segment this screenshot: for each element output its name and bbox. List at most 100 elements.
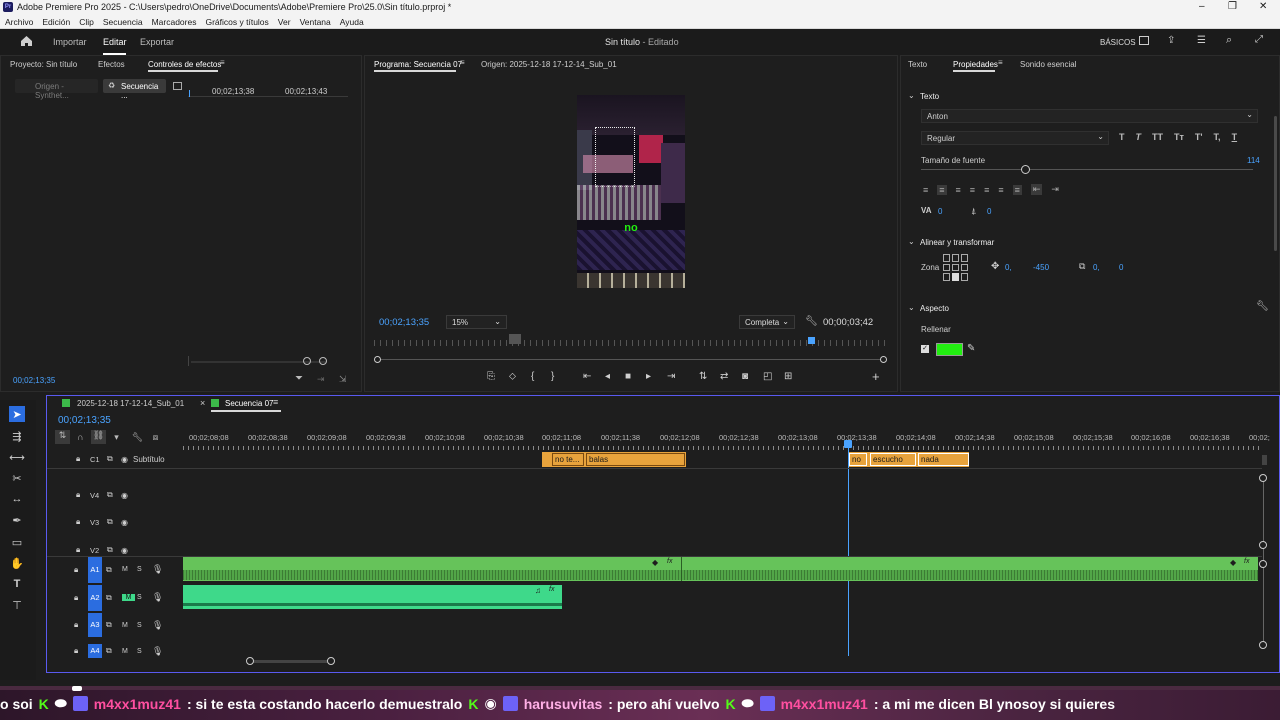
minimize-icon[interactable]: – xyxy=(1199,1,1205,12)
tab-project[interactable]: Proyecto: Sin título xyxy=(10,60,77,69)
program-menu-icon[interactable]: ≡ xyxy=(460,58,465,67)
share-icon[interactable]: ⇪ xyxy=(1167,35,1175,46)
fill-checkbox[interactable]: ✓ xyxy=(921,345,929,353)
small-caps-icon[interactable]: Tт xyxy=(1174,132,1184,142)
mark-in-icon[interactable]: { xyxy=(531,371,551,382)
slip-tool-icon[interactable]: ↔ xyxy=(9,491,25,507)
program-playhead[interactable] xyxy=(808,337,815,344)
align-right-icon[interactable]: ≡ xyxy=(956,185,961,195)
compare-icon[interactable]: ◰ xyxy=(763,371,784,382)
justify-icon[interactable]: ≡ xyxy=(970,185,975,195)
workspace-icon[interactable] xyxy=(1139,36,1149,45)
trim-icon[interactable]: ⊞ xyxy=(784,371,806,382)
subscript-icon[interactable]: T, xyxy=(1214,132,1221,142)
work-area-marker[interactable] xyxy=(509,334,521,344)
camera-icon[interactable]: ◙ xyxy=(742,371,763,382)
properties-menu-icon[interactable]: ≡ xyxy=(998,58,1003,67)
menu-marcadores[interactable]: Marcadores xyxy=(152,17,197,27)
scale-x[interactable]: 0, xyxy=(1093,263,1100,272)
zone-grid[interactable] xyxy=(943,254,970,281)
position-x[interactable]: 0, xyxy=(1005,263,1012,272)
filter-icon[interactable]: ⏷ xyxy=(295,373,303,384)
caption-clip[interactable]: nada xyxy=(918,453,969,466)
fx-badge[interactable]: fx xyxy=(549,586,554,593)
sync-icon[interactable]: ⧉ xyxy=(107,454,121,464)
play-audio-icon[interactable]: ⇥ xyxy=(317,374,325,385)
audio-clip-a2[interactable] xyxy=(183,585,562,609)
rectangle-tool-icon[interactable]: ▭ xyxy=(9,534,25,550)
go-to-in-icon[interactable]: ⇤ xyxy=(583,371,605,382)
align-center-icon[interactable]: ≡ xyxy=(937,184,947,195)
solo-button[interactable]: S xyxy=(137,622,152,629)
marker-icon[interactable]: ⬦ xyxy=(509,371,531,382)
sync-icon[interactable]: ⧉ xyxy=(106,646,122,656)
import-tab[interactable]: Importar xyxy=(53,37,87,47)
fill-color-swatch[interactable] xyxy=(936,343,963,356)
mute-button[interactable]: M xyxy=(122,648,137,655)
eyedropper-icon[interactable]: ✎ xyxy=(967,343,975,354)
mute-button-active[interactable]: M xyxy=(122,594,135,601)
caption-clip[interactable]: no xyxy=(849,453,867,466)
track-a2-target[interactable]: A2 xyxy=(88,584,102,611)
eye-icon[interactable]: ◉ xyxy=(121,546,128,555)
panel-layout-icon[interactable] xyxy=(173,82,182,90)
edit-tab[interactable]: Editar xyxy=(103,37,127,47)
panel-menu-icon[interactable]: ≡ xyxy=(220,58,225,67)
go-to-out-icon[interactable]: ⇥ xyxy=(667,371,699,382)
lock-icon[interactable]: 🔒︎ xyxy=(74,593,88,603)
close-icon[interactable]: ✕ xyxy=(1259,1,1267,12)
zoom-select[interactable]: 15% ⌄ xyxy=(446,315,507,329)
valign-icon[interactable]: ≡ xyxy=(1012,184,1022,195)
text-section-title[interactable]: Texto xyxy=(920,92,939,101)
font-select[interactable]: Anton ⌄ xyxy=(921,109,1258,123)
sync-icon[interactable]: ⧉ xyxy=(107,517,121,527)
source-clip-tab[interactable]: Origen - Synthet... xyxy=(15,79,98,100)
sync-icon[interactable]: ⧉ xyxy=(106,565,122,575)
justify-center-icon[interactable]: ≡ xyxy=(984,185,989,195)
sync-icon[interactable]: ⧉ xyxy=(106,620,122,630)
caption-overlay[interactable]: no xyxy=(577,222,685,234)
add-button-icon[interactable]: + xyxy=(872,369,880,384)
menu-edicion[interactable]: Edición xyxy=(42,17,70,27)
lock-icon[interactable]: 🔒︎ xyxy=(76,545,90,555)
solo-button[interactable]: S xyxy=(137,648,152,655)
sync-icon[interactable]: ⧉ xyxy=(107,490,121,500)
mic-icon[interactable]: 🎙︎ xyxy=(152,620,163,631)
superscript-icon[interactable]: T' xyxy=(1195,132,1203,142)
menu-clip[interactable]: Clip xyxy=(79,17,94,27)
mini-playhead[interactable] xyxy=(189,90,190,97)
maximize-icon[interactable]: ❐ xyxy=(1228,1,1237,12)
export-frame-icon[interactable]: ⇲ xyxy=(339,374,347,385)
track-select-tool-icon[interactable]: ⇶ xyxy=(9,428,25,444)
font-size-value[interactable]: 114 xyxy=(1247,156,1260,165)
fullscreen-icon[interactable]: ⤢ xyxy=(1255,34,1263,45)
align-section-chevron-icon[interactable]: ⌄ xyxy=(908,237,915,246)
solo-button[interactable]: S xyxy=(137,566,152,573)
video-frame[interactable]: no xyxy=(577,95,685,288)
tab-source[interactable]: Origen: 2025-12-18 17-12-14_Sub_01 xyxy=(481,60,617,69)
align-section-title[interactable]: Alinear y transformar xyxy=(920,238,994,247)
program-scrollbar[interactable] xyxy=(378,359,885,360)
step-forward-icon[interactable]: ▸ xyxy=(646,371,667,382)
tab-timeline-sub[interactable]: 2025-12-18 17-12-14_Sub_01 xyxy=(77,399,184,408)
program-timecode[interactable]: 00;02;13;35 xyxy=(379,317,429,328)
lock-icon[interactable]: 🔒︎ xyxy=(76,490,90,500)
menu-secuencia[interactable]: Secuencia xyxy=(103,17,143,27)
effect-timecode[interactable]: 00;02;13;35 xyxy=(13,376,55,385)
mute-button[interactable]: M xyxy=(122,622,137,629)
settings-wrench-icon[interactable]: 🔧︎ xyxy=(805,316,818,327)
selection-tool-icon[interactable]: ➤ xyxy=(9,406,25,422)
caption-clip[interactable]: no te... xyxy=(552,453,584,466)
eye-icon[interactable]: ◉ xyxy=(121,491,128,500)
tab-properties[interactable]: Propiedades xyxy=(953,60,998,69)
tab-program[interactable]: Programa: Secuencia 07 xyxy=(374,60,462,69)
leading-value[interactable]: 0 xyxy=(987,207,991,216)
italic-icon[interactable]: T xyxy=(1136,132,1142,142)
mark-out-icon[interactable]: } xyxy=(551,371,583,382)
text-section-chevron-icon[interactable]: ⌄ xyxy=(908,91,915,100)
track-a1-target[interactable]: A1 xyxy=(88,556,102,583)
extract-icon[interactable]: ⇄ xyxy=(720,371,742,382)
font-size-slider[interactable] xyxy=(921,169,1253,170)
tab-effect-controls[interactable]: Controles de efectos xyxy=(148,60,221,69)
aspect-section-chevron-icon[interactable]: ⌄ xyxy=(908,303,915,312)
